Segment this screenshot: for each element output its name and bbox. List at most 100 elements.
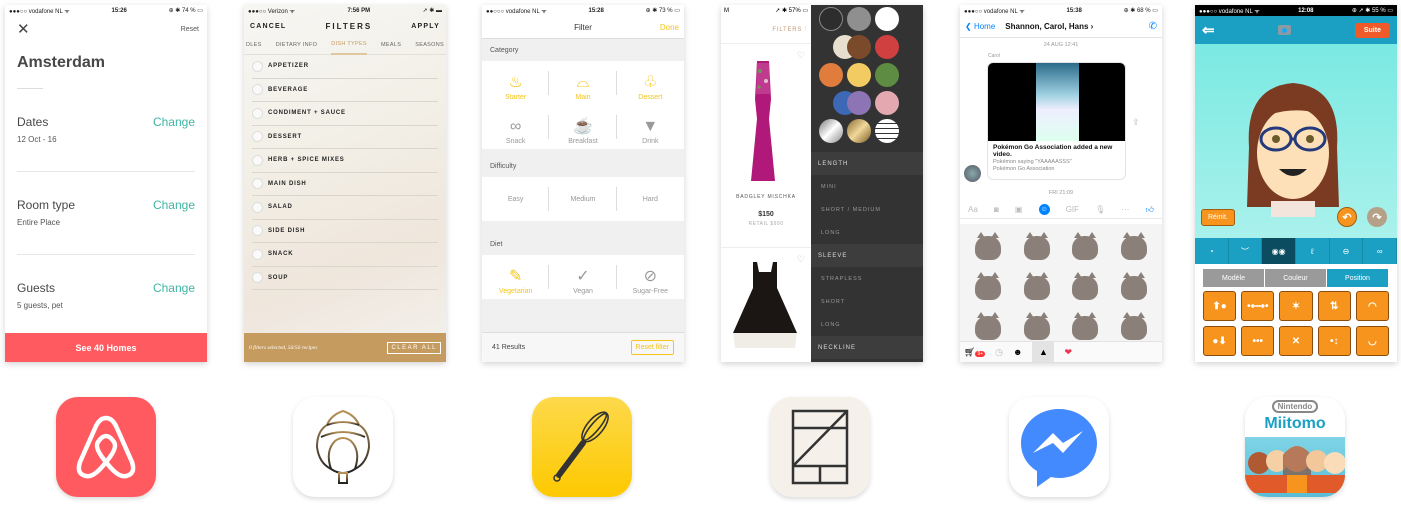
filter-option-main[interactable]: ⌓ Main xyxy=(549,61,617,105)
video-thumbnail[interactable] xyxy=(988,63,1125,141)
color-swatch[interactable] xyxy=(847,63,871,87)
sticker-store-icon[interactable]: 🛒︎ 9+ xyxy=(964,347,986,358)
shared-video-card[interactable]: Pokémon Go Association added a new video… xyxy=(987,62,1126,180)
feature-tab-icon[interactable]: ⊖ xyxy=(1330,238,1364,264)
position-adjust-button[interactable]: ✶ xyxy=(1279,291,1313,321)
checkbox-circle[interactable] xyxy=(252,60,263,72)
heart-icon[interactable]: ♡ xyxy=(797,50,805,61)
filter-group-heading[interactable]: NECKLINE xyxy=(811,336,923,359)
change-dates-link[interactable]: Change xyxy=(153,115,195,129)
redo-icon[interactable]: ↷ xyxy=(1367,207,1387,227)
filter-option-vegan[interactable]: ✓ Vegan xyxy=(549,255,617,299)
pusheen-sticker[interactable] xyxy=(1061,268,1110,308)
position-adjust-button[interactable]: ⇅ xyxy=(1317,291,1351,321)
dish-type-item[interactable]: SNACK xyxy=(252,243,438,267)
checkbox-circle[interactable] xyxy=(252,107,263,119)
position-adjust-button[interactable]: ✕ xyxy=(1279,326,1313,356)
filter-option-vegetarian[interactable]: ✎ Vegetarian xyxy=(482,255,550,299)
pusheen-sticker[interactable] xyxy=(1013,228,1062,268)
color-swatch[interactable] xyxy=(819,63,843,87)
checkbox-circle[interactable] xyxy=(252,272,263,284)
color-swatch[interactable] xyxy=(847,7,871,31)
dish-type-item[interactable]: CONDIMENT + SAUCE xyxy=(252,102,438,126)
color-swatch[interactable] xyxy=(875,7,899,31)
messenger-app-icon[interactable] xyxy=(1009,397,1109,497)
change-guests-link[interactable]: Change xyxy=(153,281,195,295)
recent-icon[interactable]: ◷ xyxy=(995,347,1003,358)
back-arrow-icon[interactable]: ⇐ xyxy=(1202,21,1215,39)
checkbox-circle[interactable] xyxy=(252,248,263,260)
mic-icon[interactable]: 🎙︎ xyxy=(1095,205,1105,214)
checkbox-circle[interactable] xyxy=(252,131,263,143)
position-adjust-button[interactable]: •⟷• xyxy=(1241,291,1275,321)
back-button[interactable]: ❮ Home xyxy=(965,22,995,31)
checkbox-circle[interactable] xyxy=(252,84,263,96)
pusheen-sticker[interactable] xyxy=(964,228,1013,268)
filter-option[interactable]: MINI xyxy=(811,175,923,198)
filter-option-dessert[interactable]: ♧ Dessert xyxy=(617,61,684,105)
moda-operandi-app-icon[interactable] xyxy=(770,397,870,497)
dish-type-item[interactable]: DESSERT xyxy=(252,126,438,149)
clear-all-button[interactable]: CLEAR ALL xyxy=(387,341,441,354)
reset-button[interactable]: Réinit. xyxy=(1201,209,1235,226)
pusheen-sticker[interactable] xyxy=(964,268,1013,308)
reset-button[interactable]: Reset xyxy=(181,26,199,33)
checkbox-circle[interactable] xyxy=(252,178,263,190)
share-icon[interactable]: ⇪ xyxy=(1132,117,1140,128)
position-adjust-button[interactable]: •↕ xyxy=(1317,326,1351,356)
dish-type-item[interactable]: HERB + SPICE MIXES xyxy=(252,149,438,173)
like-icon[interactable]: 👍︎ xyxy=(1146,205,1154,215)
color-swatch[interactable] xyxy=(819,7,843,31)
miitomo-app-icon[interactable]: Nintendo Miitomo xyxy=(1245,397,1345,497)
filters-button[interactable]: FILTERS ⫶ xyxy=(721,16,811,44)
tab-meals[interactable]: MEALS xyxy=(381,36,401,55)
more-icon[interactable]: ⋯ xyxy=(1121,205,1129,214)
position-adjust-button[interactable]: ⬆● xyxy=(1203,291,1237,321)
color-swatch[interactable] xyxy=(875,91,899,115)
photo-icon[interactable]: ▣ xyxy=(1015,205,1023,214)
filter-option[interactable]: LONG xyxy=(811,313,923,336)
feature-tab-icon[interactable]: ◉◉ xyxy=(1262,238,1296,264)
apply-button[interactable]: APPLY xyxy=(411,23,440,30)
dish-type-item[interactable]: SIDE DISH xyxy=(252,220,438,243)
artichoke-app-icon[interactable] xyxy=(293,397,393,497)
gif-button[interactable]: GIF xyxy=(1066,205,1079,214)
tab-dles[interactable]: DLES xyxy=(246,36,262,55)
tab-dietary-info[interactable]: DIETARY INFO xyxy=(276,36,318,55)
change-room-type-link[interactable]: Change xyxy=(153,198,195,212)
difficulty-hard[interactable]: Hard xyxy=(617,177,684,221)
kitchen-stories-app-icon[interactable] xyxy=(532,397,632,497)
dish-type-item[interactable]: APPETIZER xyxy=(252,55,438,79)
filter-group-heading[interactable]: SLEEVE xyxy=(811,244,923,267)
undo-icon[interactable]: ↶ xyxy=(1337,207,1357,227)
airbnb-app-icon[interactable] xyxy=(56,397,156,497)
feature-tab-icon[interactable]: ∞ xyxy=(1363,238,1397,264)
pusheen-sticker[interactable] xyxy=(1061,228,1110,268)
dish-type-item[interactable]: MAIN DISH xyxy=(252,173,438,196)
tab-dish-types[interactable]: DISH TYPES xyxy=(331,36,367,55)
camera-icon[interactable]: ◙ xyxy=(994,205,999,214)
filter-option-sugar-free[interactable]: ⊘ Sugar-Free xyxy=(617,255,684,299)
filter-option[interactable]: SHORT xyxy=(811,290,923,313)
color-swatch[interactable] xyxy=(847,91,871,115)
difficulty-medium[interactable]: Medium xyxy=(549,177,617,221)
reset-filter-button[interactable]: Reset filter xyxy=(630,340,674,355)
color-swatch[interactable] xyxy=(819,119,843,143)
filter-option[interactable]: LONG xyxy=(811,221,923,244)
dish-type-item[interactable]: BEVERAGE xyxy=(252,79,438,102)
color-swatch[interactable] xyxy=(875,63,899,87)
pusheen-sticker[interactable] xyxy=(1110,268,1159,308)
see-homes-button[interactable]: See 40 Homes xyxy=(5,333,207,362)
camera-icon[interactable] xyxy=(1278,25,1292,35)
checkbox-circle[interactable] xyxy=(252,225,263,237)
filter-option-breakfast[interactable]: ☕ Breakfast xyxy=(549,105,617,149)
product-card[interactable]: ♡ xyxy=(721,248,811,362)
emoji-pack-icon[interactable]: ☻ xyxy=(1013,347,1022,357)
color-swatch[interactable] xyxy=(847,35,871,59)
color-swatch[interactable] xyxy=(847,119,871,143)
checkbox-circle[interactable] xyxy=(252,154,263,166)
pusheen-pack-icon[interactable]: ▲ xyxy=(1032,341,1055,362)
feature-tab-icon[interactable]: ︶ xyxy=(1229,238,1263,264)
filter-option-drink[interactable]: ▼ Drink xyxy=(617,105,684,149)
heart-pack-icon[interactable]: ❤ xyxy=(1064,347,1072,358)
